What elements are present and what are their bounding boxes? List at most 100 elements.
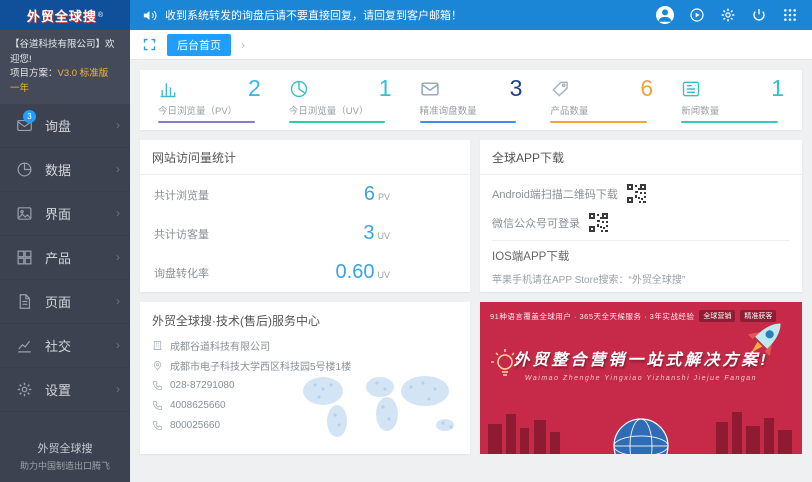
stat-value: 1 bbox=[379, 77, 392, 100]
phone-icon bbox=[152, 380, 163, 391]
traffic-unit: UV bbox=[377, 231, 390, 241]
app-logo[interactable]: 外贸全球搜 ® bbox=[0, 0, 130, 30]
envelope-icon bbox=[420, 79, 440, 99]
breadcrumb: 后台首页 › bbox=[130, 30, 812, 60]
sidebar-item-settings[interactable]: 设置 › bbox=[0, 368, 130, 412]
android-download-line: Android端扫描二维码下载 bbox=[492, 179, 790, 208]
grid-icon bbox=[16, 249, 33, 266]
phone-line: 800025660 bbox=[152, 415, 458, 435]
gear-icon[interactable] bbox=[720, 7, 736, 23]
stat-pv: 2 今日浏览量（PV） bbox=[144, 75, 275, 125]
inquiries-badge: 3 bbox=[23, 110, 36, 123]
wechat-login-label: 微信公众号可登录 bbox=[492, 215, 580, 231]
play-icon[interactable] bbox=[689, 7, 705, 23]
wechat-qr-code bbox=[588, 212, 609, 233]
traffic-title: 网站访问量统计 bbox=[140, 140, 470, 175]
phone-number: 800025660 bbox=[170, 420, 220, 431]
traffic-row: 共计访客量 3UV bbox=[140, 214, 470, 253]
sidebar-item-data[interactable]: 数据 › bbox=[0, 148, 130, 192]
sidebar: 【谷道科技有限公司】欢迎您! 项目方案：V3.0 标准版 一年 3 询盘 › 数… bbox=[0, 30, 130, 482]
city-globe-graphic bbox=[480, 402, 802, 454]
traffic-unit: PV bbox=[378, 192, 390, 202]
company-line: 成都谷道科技有限公司 bbox=[152, 335, 458, 355]
plan-line: 项目方案：V3.0 标准版 一年 bbox=[10, 67, 120, 96]
phone-icon bbox=[152, 400, 163, 411]
ios-download-title: IOS端APP下载 bbox=[492, 248, 790, 264]
banner-top-text: 91种语言覆盖全球用户 · 365天全天候服务 · 3年实战经验 bbox=[490, 311, 694, 322]
traffic-card: 网站访问量统计 共计浏览量 6PV 共计访客量 3UV 询盘转化率 0.60UV bbox=[140, 140, 470, 292]
stat-underline bbox=[681, 121, 778, 123]
stat-value: 2 bbox=[248, 77, 261, 100]
banner-top-row: 91种语言覆盖全球用户 · 365天全天候服务 · 3年实战经验 全球营销 精准… bbox=[480, 302, 802, 322]
chevron-right-icon: › bbox=[116, 382, 120, 396]
sidebar-item-inquiries[interactable]: 3 询盘 › bbox=[0, 104, 130, 148]
location-pin-icon bbox=[152, 360, 163, 371]
document-icon bbox=[16, 293, 33, 310]
sidebar-item-products[interactable]: 产品 › bbox=[0, 236, 130, 280]
traffic-value: 3 bbox=[363, 222, 374, 245]
chevron-right-icon: › bbox=[116, 206, 120, 220]
stat-label: 产品数量 bbox=[550, 103, 653, 117]
chevron-right-icon: › bbox=[116, 118, 120, 132]
notice-text: 收到系统转发的询盘后请不要直接回复，请回复到客户邮箱！ bbox=[165, 7, 462, 23]
logo-text: 外贸全球搜 bbox=[27, 6, 97, 25]
plan-label: 项目方案： bbox=[10, 68, 58, 79]
stat-inquiries: 3 精准询盘数量 bbox=[406, 75, 537, 125]
avatar-icon[interactable] bbox=[656, 6, 674, 24]
company-name: 成都谷道科技有限公司 bbox=[170, 338, 270, 353]
sidebar-item-label: 社交 bbox=[45, 336, 116, 355]
welcome-text: 【谷道科技有限公司】欢迎您! bbox=[10, 38, 120, 67]
address-line: 成都市电子科技大学西区科技园5号楼1楼 bbox=[152, 355, 458, 375]
image-icon bbox=[16, 205, 33, 222]
chevron-right-icon: › bbox=[116, 338, 120, 352]
power-icon[interactable] bbox=[751, 7, 767, 23]
stat-value: 6 bbox=[640, 77, 653, 100]
stat-underline bbox=[420, 121, 517, 123]
traffic-label: 共计访客量 bbox=[154, 226, 209, 242]
sidebar-item-label: 产品 bbox=[45, 248, 116, 267]
traffic-value: 0.60 bbox=[336, 261, 375, 284]
stat-news: 1 新闻数量 bbox=[667, 75, 798, 125]
stat-underline bbox=[158, 121, 255, 123]
traffic-label: 询盘转化率 bbox=[154, 265, 209, 281]
traffic-unit: UV bbox=[377, 270, 390, 280]
sidebar-footer: 外贸全球搜 助力中国制造出口腾飞 bbox=[0, 440, 130, 474]
banner-subtitle: Waimao Zhenghe Yingxiao Yizhanshi Jiejue… bbox=[480, 375, 802, 382]
sidebar-item-label: 界面 bbox=[45, 204, 116, 223]
pie-chart-icon bbox=[16, 161, 33, 178]
chevron-right-icon: › bbox=[116, 294, 120, 308]
sidebar-item-interface[interactable]: 界面 › bbox=[0, 192, 130, 236]
app-download-card: 全球APP下载 Android端扫描二维码下载 微信公众号可登录 bbox=[480, 140, 802, 292]
chevron-right-icon: › bbox=[116, 250, 120, 264]
divider bbox=[492, 240, 790, 241]
apps-grid-icon[interactable] bbox=[782, 7, 798, 23]
sidebar-footer-title: 外贸全球搜 bbox=[0, 440, 130, 459]
tag-icon bbox=[550, 79, 570, 99]
stat-label: 新闻数量 bbox=[681, 103, 784, 117]
phone-number: 4008625660 bbox=[170, 400, 226, 411]
sidebar-item-label: 询盘 bbox=[45, 116, 116, 135]
stats-card: 2 今日浏览量（PV） 1 今日浏览量（UV） 3 bbox=[140, 70, 802, 130]
tab-home[interactable]: 后台首页 bbox=[167, 34, 231, 56]
stat-uv: 1 今日浏览量（UV） bbox=[275, 75, 406, 125]
welcome-panel: 【谷道科技有限公司】欢迎您! 项目方案：V3.0 标准版 一年 bbox=[0, 30, 130, 104]
bottom-row: 外贸全球搜·技术(售后)服务中心 成都谷道科技有限公司 成都市电子科技大学西区科… bbox=[140, 302, 802, 454]
sidebar-footer-subtitle: 助力中国制造出口腾飞 bbox=[0, 459, 130, 474]
app-window: 外贸全球搜 ® 收到系统转发的询盘后请不要直接回复，请回复到客户邮箱！ bbox=[0, 0, 812, 482]
android-download-label: Android端扫描二维码下载 bbox=[492, 186, 618, 202]
header-actions bbox=[656, 6, 812, 24]
top-header: 外贸全球搜 ® 收到系统转发的询盘后请不要直接回复，请回复到客户邮箱！ bbox=[0, 0, 812, 30]
stat-label: 今日浏览量（PV） bbox=[158, 103, 261, 117]
breadcrumb-separator: › bbox=[241, 38, 245, 52]
service-center-card: 外贸全球搜·技术(售后)服务中心 成都谷道科技有限公司 成都市电子科技大学西区科… bbox=[140, 302, 470, 454]
promo-banner[interactable]: 91种语言覆盖全球用户 · 365天全天候服务 · 3年实战经验 全球营销 精准… bbox=[480, 302, 802, 454]
building-icon bbox=[152, 340, 163, 351]
service-center-title: 外贸全球搜·技术(售后)服务中心 bbox=[140, 302, 470, 335]
gear-icon bbox=[16, 381, 33, 398]
fullscreen-icon[interactable] bbox=[142, 37, 157, 52]
traffic-row: 询盘转化率 0.60UV bbox=[140, 253, 470, 292]
address-text: 成都市电子科技大学西区科技园5号楼1楼 bbox=[170, 358, 351, 373]
sidebar-item-social[interactable]: 社交 › bbox=[0, 324, 130, 368]
ios-download-desc: 苹果手机请在APP Store搜索：“外贸全球搜” bbox=[492, 271, 790, 286]
sidebar-item-pages[interactable]: 页面 › bbox=[0, 280, 130, 324]
